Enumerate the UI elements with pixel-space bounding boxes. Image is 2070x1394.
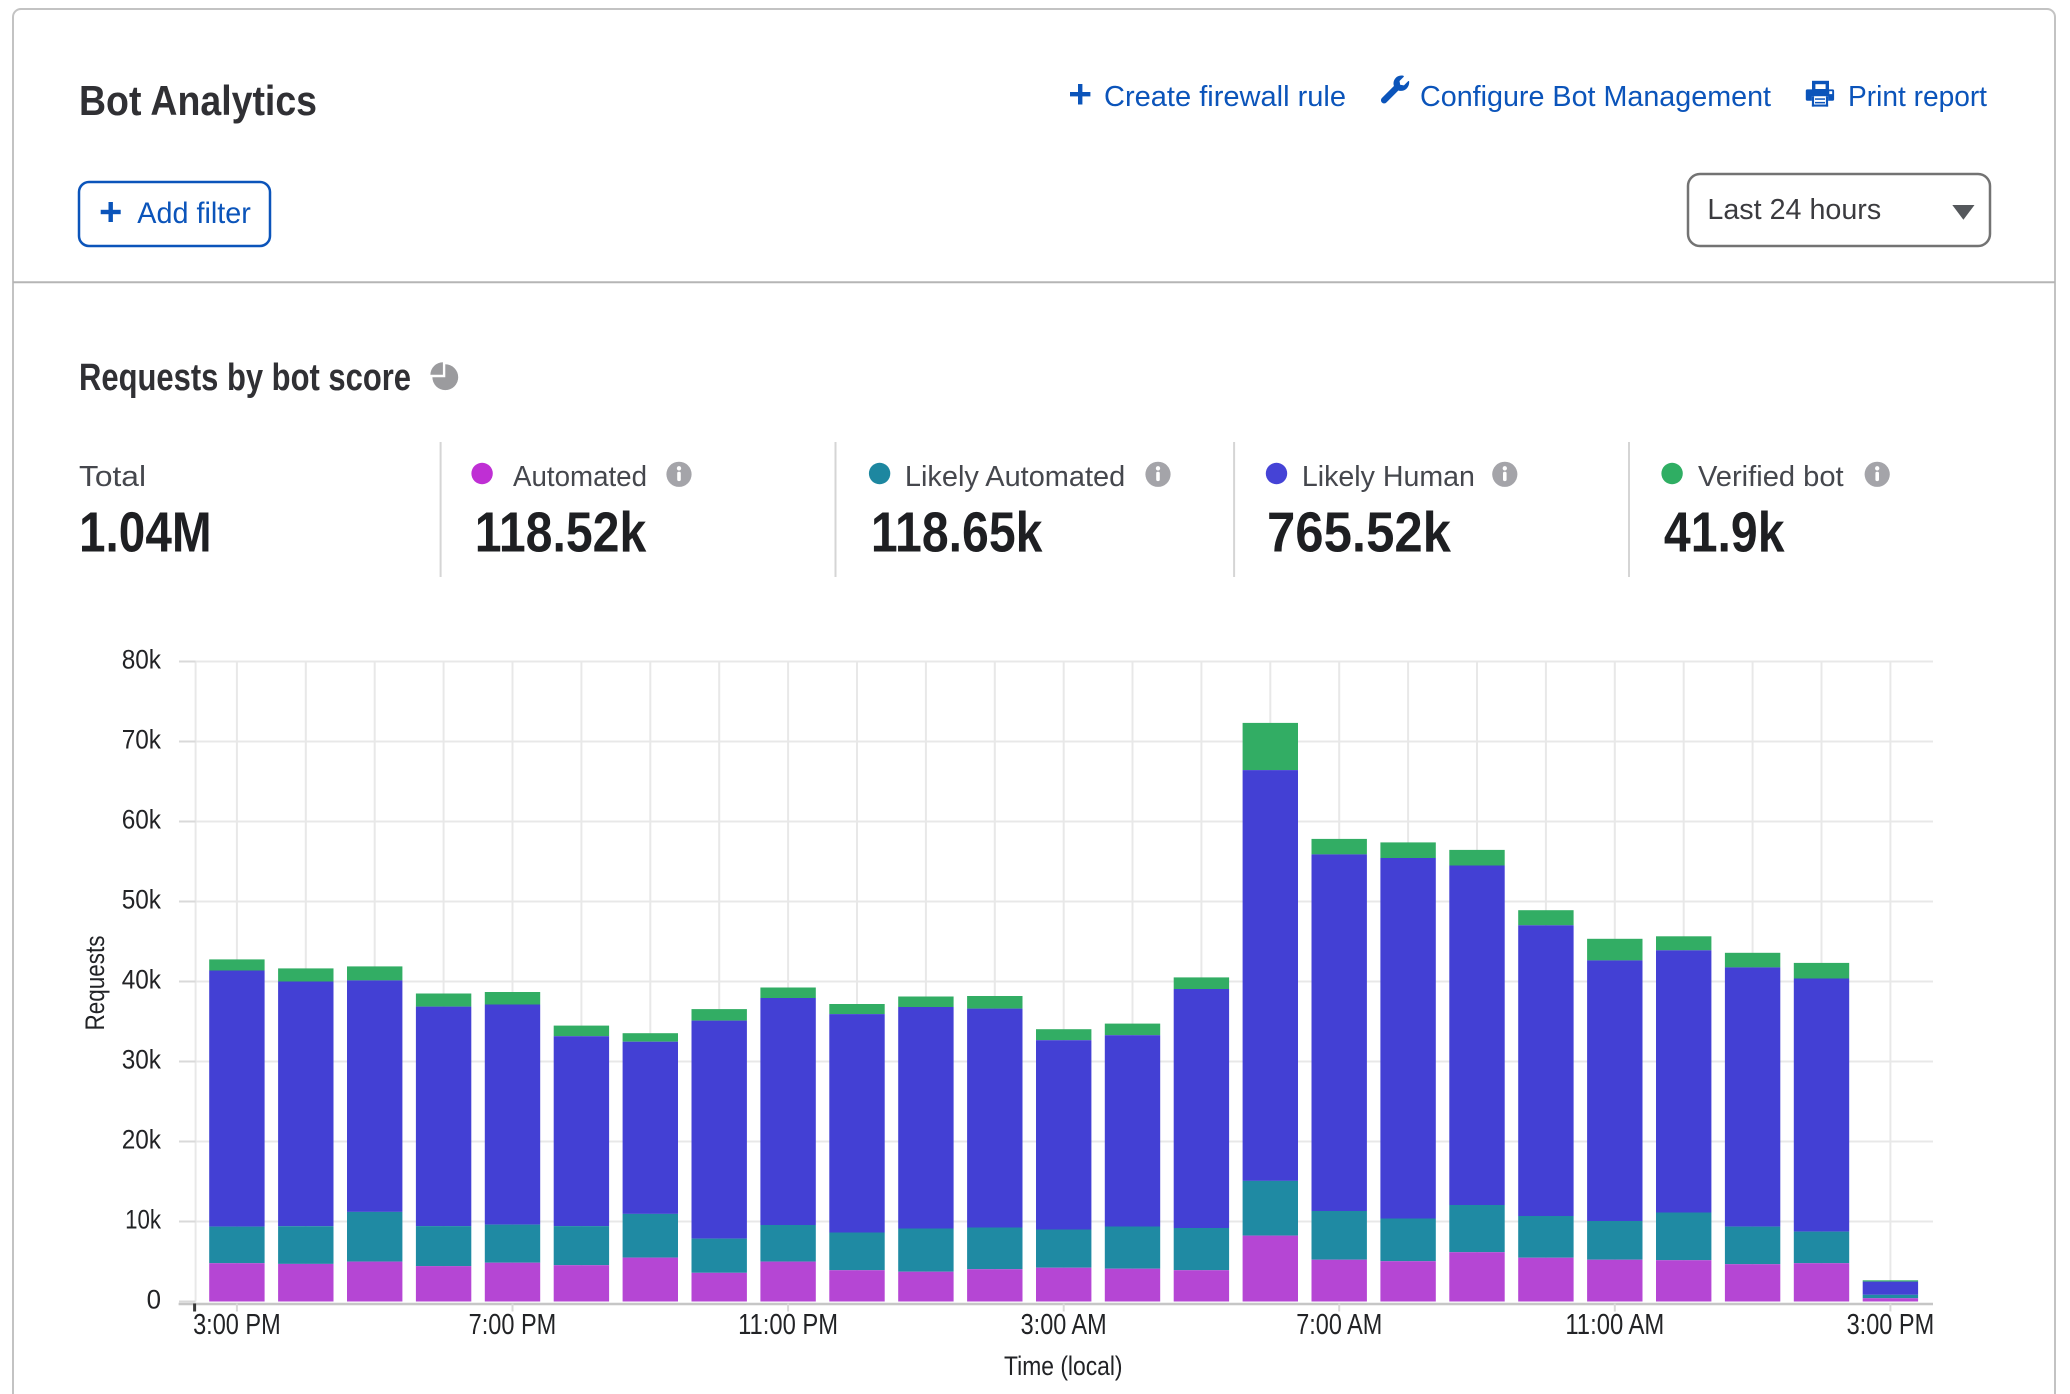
svg-text:41.9k: 41.9k	[1664, 501, 1785, 565]
svg-text:1.04M: 1.04M	[79, 501, 212, 565]
svg-text:30k: 30k	[122, 1045, 162, 1075]
svg-text:Likely Automated: Likely Automated	[905, 461, 1125, 493]
svg-text:Requests by bot score: Requests by bot score	[79, 357, 411, 399]
svg-text:80k: 80k	[122, 645, 162, 675]
svg-text:Automated: Automated	[513, 461, 647, 493]
svg-text:10k: 10k	[125, 1205, 161, 1235]
svg-text:118.52k: 118.52k	[475, 501, 647, 565]
svg-text:3:00 PM: 3:00 PM	[193, 1309, 281, 1341]
svg-text:3:00 AM: 3:00 AM	[1021, 1309, 1107, 1341]
svg-text:11:00 AM: 11:00 AM	[1565, 1309, 1664, 1341]
svg-text:7:00 AM: 7:00 AM	[1296, 1309, 1382, 1341]
svg-text:60k: 60k	[122, 805, 162, 835]
svg-text:40k: 40k	[122, 965, 162, 995]
svg-text:Last 24 hours: Last 24 hours	[1707, 194, 1881, 226]
svg-text:Bot Analytics: Bot Analytics	[79, 77, 317, 124]
svg-text:7:00 PM: 7:00 PM	[469, 1309, 557, 1341]
svg-text:118.65k: 118.65k	[871, 501, 1043, 565]
svg-text:Print report: Print report	[1848, 81, 1987, 113]
svg-text:765.52k: 765.52k	[1267, 501, 1451, 565]
svg-text:20k: 20k	[122, 1125, 162, 1155]
svg-text:Likely Human: Likely Human	[1302, 461, 1475, 493]
svg-text:Add filter: Add filter	[137, 197, 251, 230]
svg-text:3:00 PM: 3:00 PM	[1847, 1309, 1935, 1341]
svg-text:11:00 PM: 11:00 PM	[738, 1309, 838, 1341]
svg-text:0: 0	[147, 1285, 161, 1315]
svg-text:50k: 50k	[122, 885, 162, 915]
svg-text:Time (local): Time (local)	[1004, 1351, 1123, 1381]
svg-text:Requests: Requests	[80, 936, 110, 1031]
svg-text:70k: 70k	[122, 725, 162, 755]
svg-text:Configure Bot Management: Configure Bot Management	[1420, 81, 1771, 113]
svg-text:Verified bot: Verified bot	[1698, 461, 1844, 493]
svg-text:Total: Total	[79, 461, 146, 493]
svg-text:Create firewall rule: Create firewall rule	[1104, 81, 1346, 113]
